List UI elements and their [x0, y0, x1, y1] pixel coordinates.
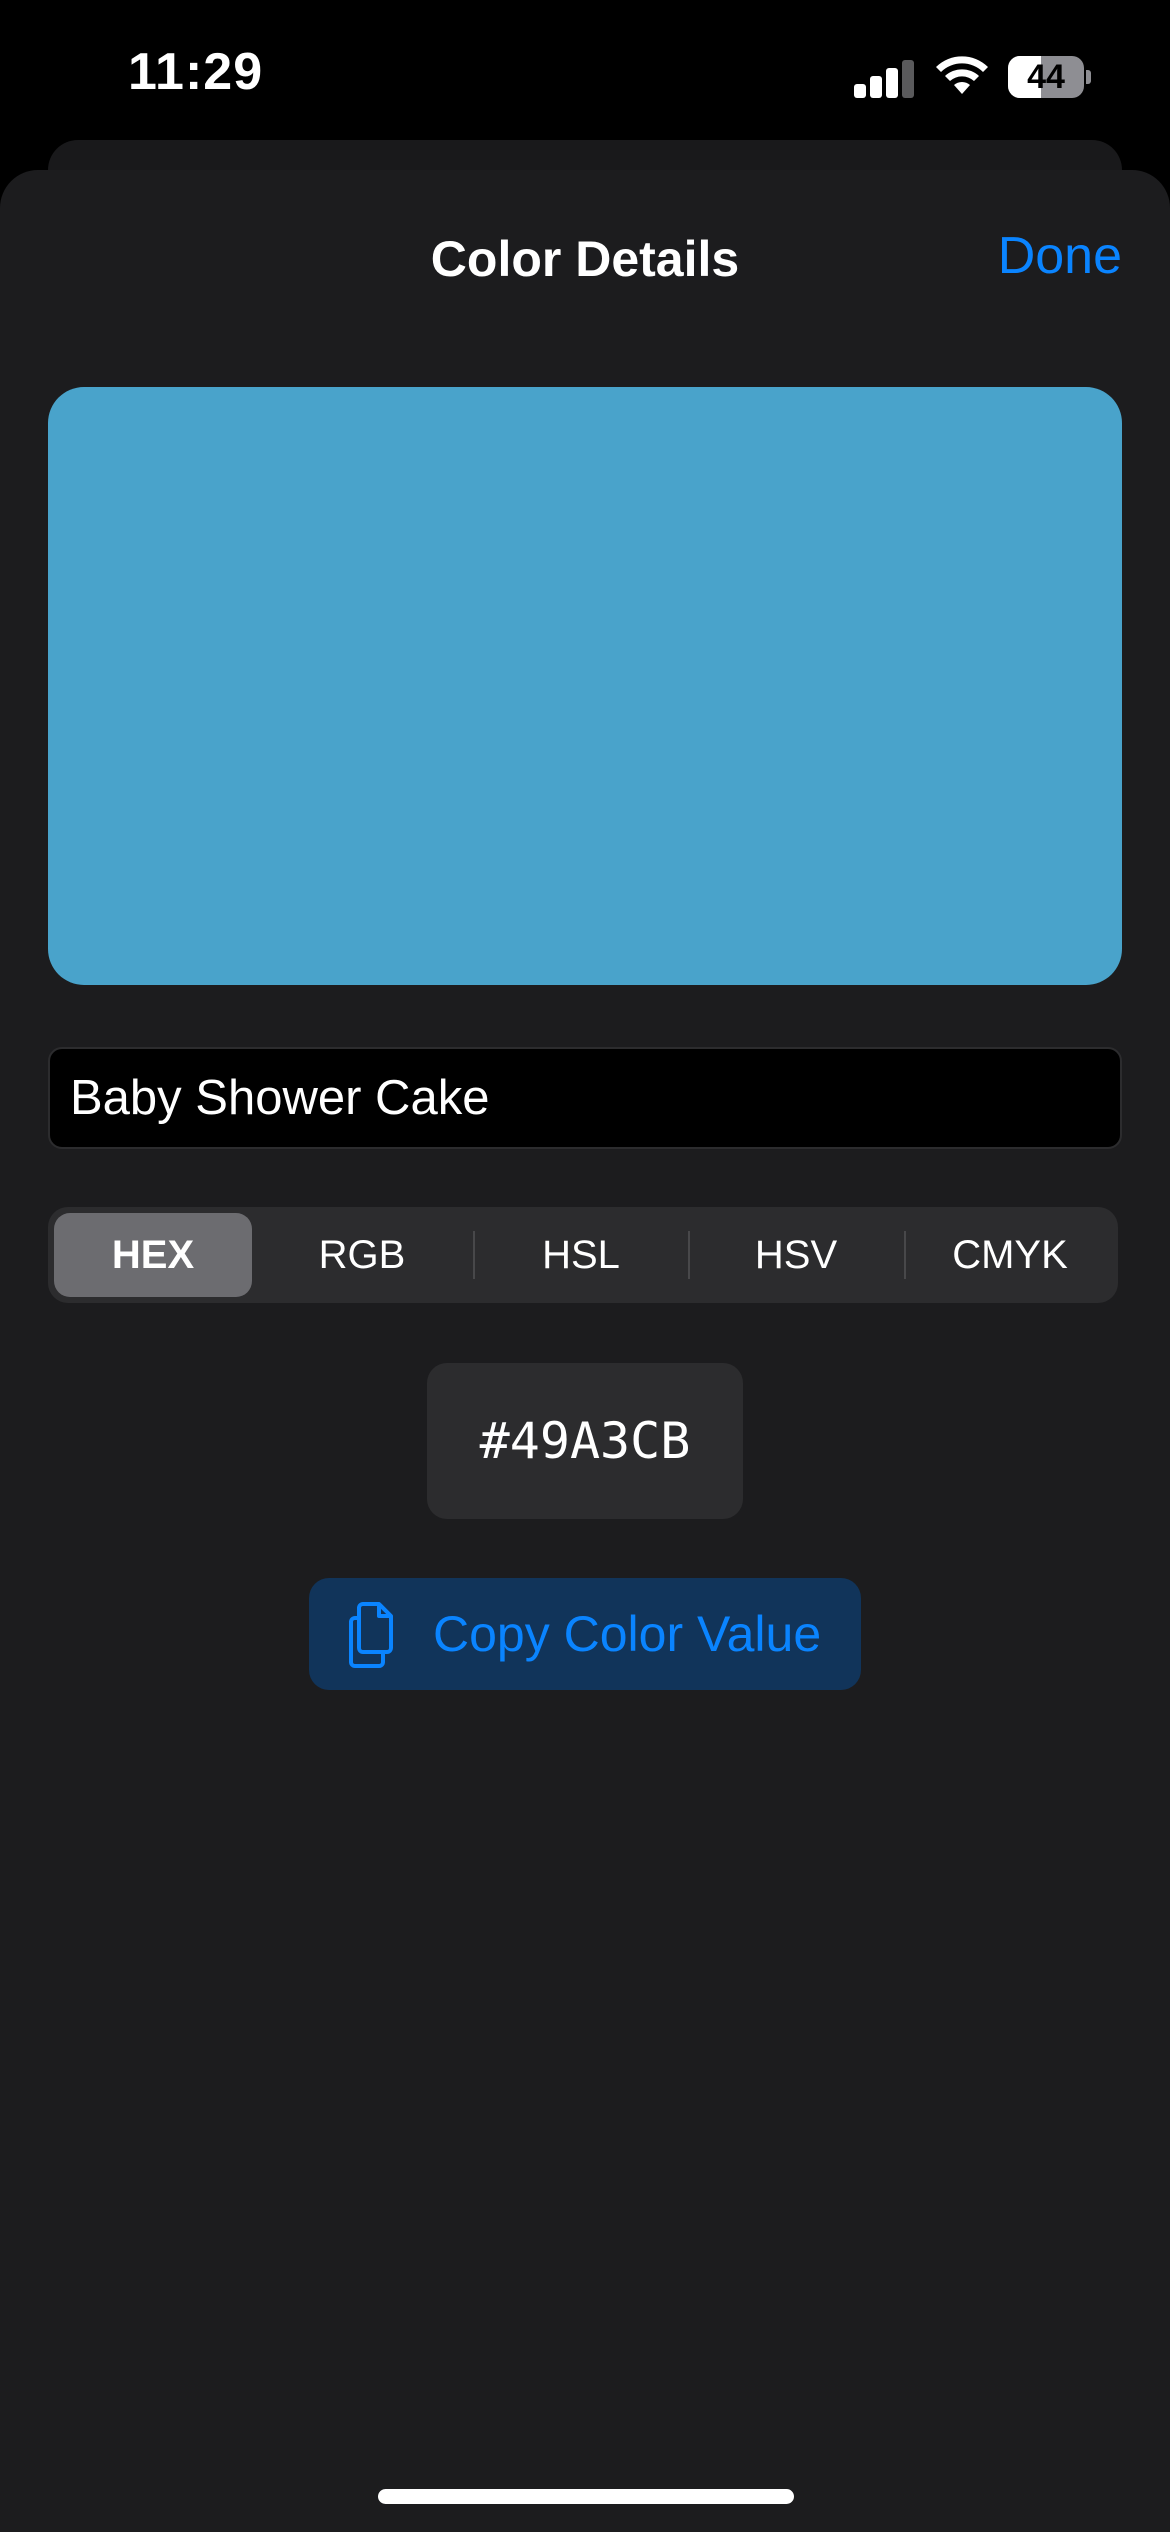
color-name-field[interactable]	[48, 1047, 1122, 1149]
home-indicator[interactable]	[378, 2489, 794, 2504]
page-title: Color Details	[430, 231, 740, 287]
color-value-display: #49A3CB	[427, 1363, 743, 1519]
tab-rgb[interactable]: RGB	[257, 1213, 467, 1297]
battery-icon: 44	[1008, 56, 1091, 98]
tab-hex[interactable]: HEX	[54, 1213, 252, 1297]
tab-hsv[interactable]: HSV	[691, 1213, 901, 1297]
tab-hsl[interactable]: HSL	[476, 1213, 686, 1297]
wifi-icon	[936, 56, 988, 94]
copy-button-label: Copy Color Value	[433, 1606, 822, 1662]
done-button[interactable]: Done	[998, 226, 1122, 286]
format-segmented-control: HEX RGB HSL HSV CMYK	[48, 1207, 1118, 1303]
tab-cmyk[interactable]: CMYK	[907, 1213, 1113, 1297]
status-time: 11:29	[128, 43, 264, 101]
color-details-sheet: Color Details Done HEX RGB HSL HSV CMYK …	[0, 170, 1170, 2532]
doc-on-doc-icon	[349, 1602, 393, 1668]
copy-color-value-button[interactable]: Copy Color Value	[309, 1578, 861, 1690]
color-swatch	[48, 387, 1122, 985]
segment-divider	[904, 1231, 906, 1279]
status-bar: 11:29 44	[0, 0, 1170, 150]
cellular-signal-icon	[854, 58, 916, 98]
battery-level: 44	[1027, 58, 1065, 96]
segment-divider	[473, 1231, 475, 1279]
segment-divider	[688, 1231, 690, 1279]
